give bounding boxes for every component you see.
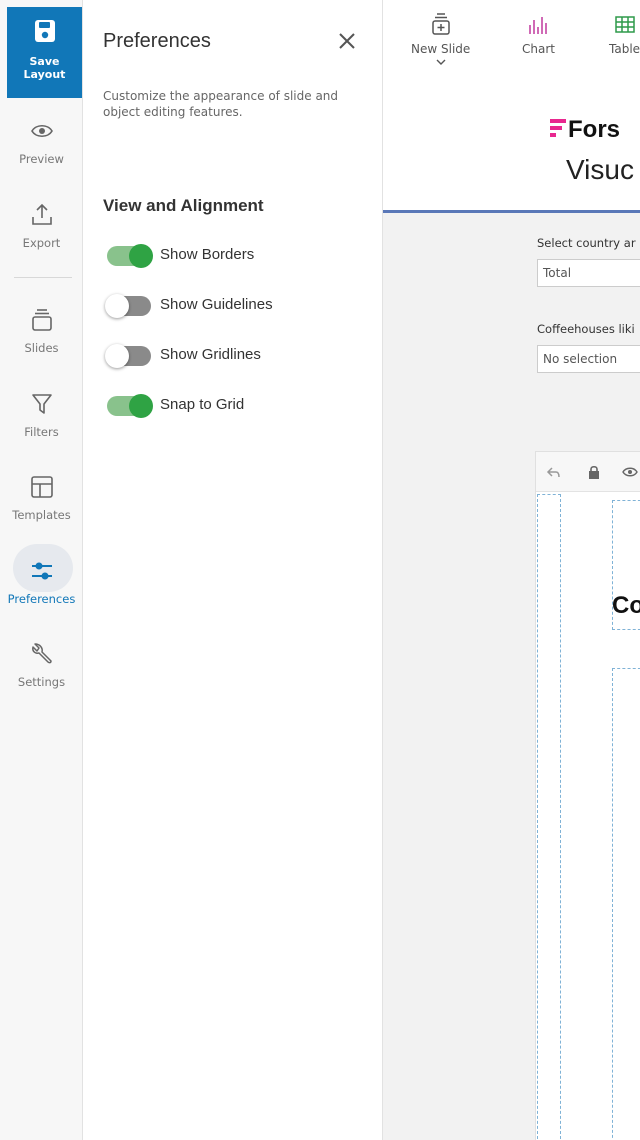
content-placeholder[interactable] bbox=[612, 668, 640, 1140]
snap-to-grid-toggle[interactable] bbox=[107, 394, 153, 418]
new-slide-icon bbox=[431, 13, 450, 35]
filter-country-label: Select country ar bbox=[537, 236, 636, 250]
table-button[interactable]: Table bbox=[609, 12, 640, 56]
rail-item-label: Slides bbox=[24, 341, 59, 355]
templates-icon bbox=[31, 476, 53, 498]
undo-icon[interactable] bbox=[546, 465, 562, 481]
guide-box-left bbox=[537, 494, 561, 1140]
save-layout-label: Save Layout bbox=[23, 55, 66, 81]
toggle-label: Snap to Grid bbox=[160, 396, 245, 413]
rail-item-label: Filters bbox=[24, 425, 59, 439]
filter-icon bbox=[32, 394, 52, 414]
rail-item-label: Templates bbox=[12, 508, 71, 522]
slide-toolbar bbox=[536, 452, 640, 492]
toggle-knob bbox=[129, 244, 153, 268]
chart-button[interactable]: Chart bbox=[522, 12, 555, 56]
section-title-view-alignment: View and Alignment bbox=[103, 196, 264, 215]
filter-coffeehouses-label: Coffeehouses liki bbox=[537, 322, 635, 336]
table-label: Table bbox=[609, 42, 640, 56]
panel-title: Preferences bbox=[103, 30, 211, 52]
panel-description: Customize the appearance of slide and ob… bbox=[103, 89, 339, 119]
chart-icon bbox=[529, 17, 548, 34]
slides-icon bbox=[32, 309, 52, 331]
filter-country-select[interactable]: Total bbox=[537, 259, 640, 287]
eye-icon[interactable] bbox=[622, 464, 638, 480]
rail-item-label: Preferences bbox=[7, 592, 76, 606]
toggle-knob bbox=[105, 344, 129, 368]
sliders-icon bbox=[32, 562, 52, 580]
export-icon bbox=[32, 203, 52, 225]
show-borders-toggle[interactable] bbox=[107, 244, 153, 268]
left-rail: Save Layout Preview Export Slides Filter… bbox=[0, 0, 83, 1140]
rail-item-preferences[interactable]: Preferences bbox=[0, 544, 83, 632]
filter-coffeehouses-select[interactable]: No selection bbox=[537, 345, 640, 373]
new-slide-button[interactable]: New Slide bbox=[411, 12, 470, 66]
rail-item-slides[interactable]: Slides bbox=[0, 307, 83, 381]
toolbar: New Slide Chart Table bbox=[383, 0, 640, 98]
rail-item-templates[interactable]: Templates bbox=[0, 474, 83, 548]
rail-divider bbox=[14, 277, 72, 278]
floppy-disk-icon bbox=[35, 20, 55, 42]
toggle-label: Show Gridlines bbox=[160, 346, 261, 363]
slide-header: Fors Visuc bbox=[383, 98, 640, 213]
rail-item-label: Export bbox=[22, 236, 61, 250]
rail-item-label: Settings bbox=[17, 675, 66, 689]
close-icon[interactable] bbox=[335, 29, 359, 53]
main-editor: New Slide Chart Table Fors Visuc Select … bbox=[383, 0, 640, 1140]
eye-icon bbox=[31, 124, 53, 138]
toggle-knob bbox=[129, 394, 153, 418]
rail-item-preview[interactable]: Preview bbox=[0, 118, 83, 192]
chevron-down-icon bbox=[436, 59, 446, 65]
chart-label: Chart bbox=[522, 42, 555, 56]
toggle-label: Show Guidelines bbox=[160, 296, 273, 313]
logo-subtitle: Visuc bbox=[566, 154, 634, 185]
rail-item-filters[interactable]: Filters bbox=[0, 391, 83, 465]
table-icon bbox=[614, 16, 635, 33]
logo-text: Fors bbox=[568, 116, 621, 143]
rail-item-settings[interactable]: Settings bbox=[0, 641, 83, 715]
slide-canvas[interactable]: Co bbox=[535, 451, 640, 1140]
rail-item-export[interactable]: Export bbox=[0, 202, 83, 276]
toggle-knob bbox=[105, 294, 129, 318]
toggle-label: Show Borders bbox=[160, 246, 255, 263]
save-layout-button[interactable]: Save Layout bbox=[7, 7, 82, 98]
show-gridlines-toggle[interactable] bbox=[105, 344, 151, 368]
wrench-icon bbox=[32, 643, 52, 664]
new-slide-label: New Slide bbox=[411, 42, 471, 56]
show-guidelines-toggle[interactable] bbox=[105, 294, 151, 318]
preferences-panel: Preferences Customize the appearance of … bbox=[83, 0, 383, 1140]
rail-item-label: Preview bbox=[19, 152, 64, 166]
forsta-logo-mark bbox=[550, 119, 566, 137]
lock-icon[interactable] bbox=[586, 464, 602, 480]
slide-title-text: Co bbox=[612, 592, 640, 619]
